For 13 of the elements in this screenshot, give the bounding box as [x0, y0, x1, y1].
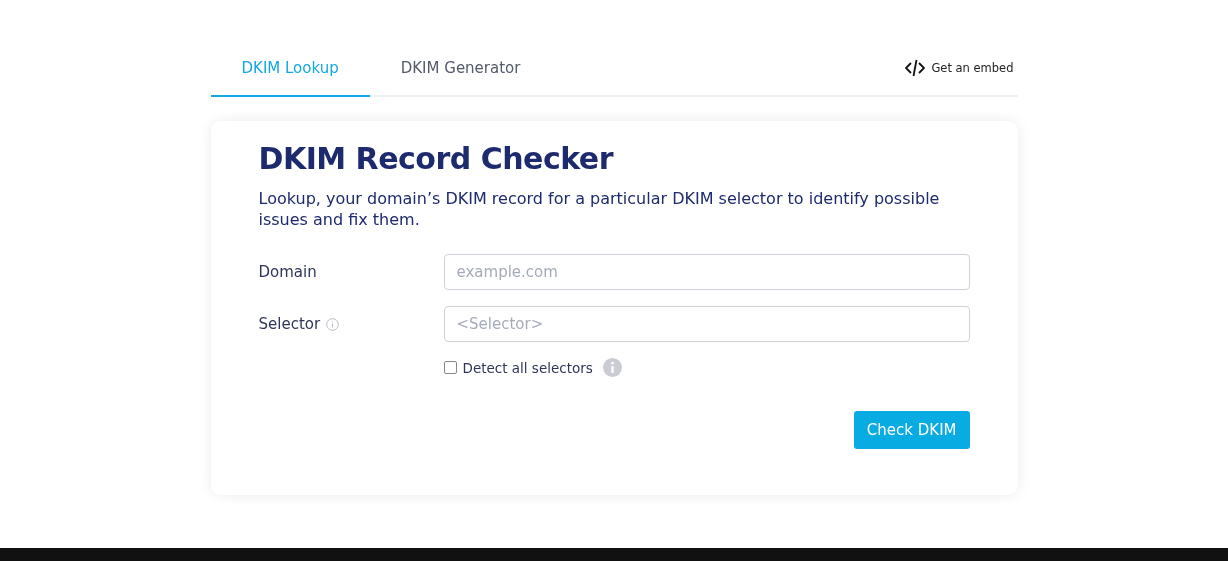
checkbox[interactable]	[443, 361, 457, 374]
input-field[interactable]: example.com	[443, 254, 970, 290]
info-icon[interactable]	[602, 358, 622, 377]
card-title: DKIM Record Checker	[258, 141, 615, 176]
code-icon	[905, 58, 926, 77]
card-description: Lookup, your domain’s DKIM record for a particular DKIM selector to identify possible issues and fix them.	[258, 188, 941, 230]
checkbox-label: Detect all selectors	[462, 359, 593, 376]
tab[interactable]: DKIM Generator	[369, 40, 552, 97]
field-label: Domain	[258, 263, 317, 281]
info-icon[interactable]	[326, 317, 340, 331]
input-field[interactable]: <Selector>	[443, 306, 970, 342]
embed-link[interactable]: Get an embed	[905, 40, 1018, 95]
field-label: Selector	[258, 315, 321, 333]
